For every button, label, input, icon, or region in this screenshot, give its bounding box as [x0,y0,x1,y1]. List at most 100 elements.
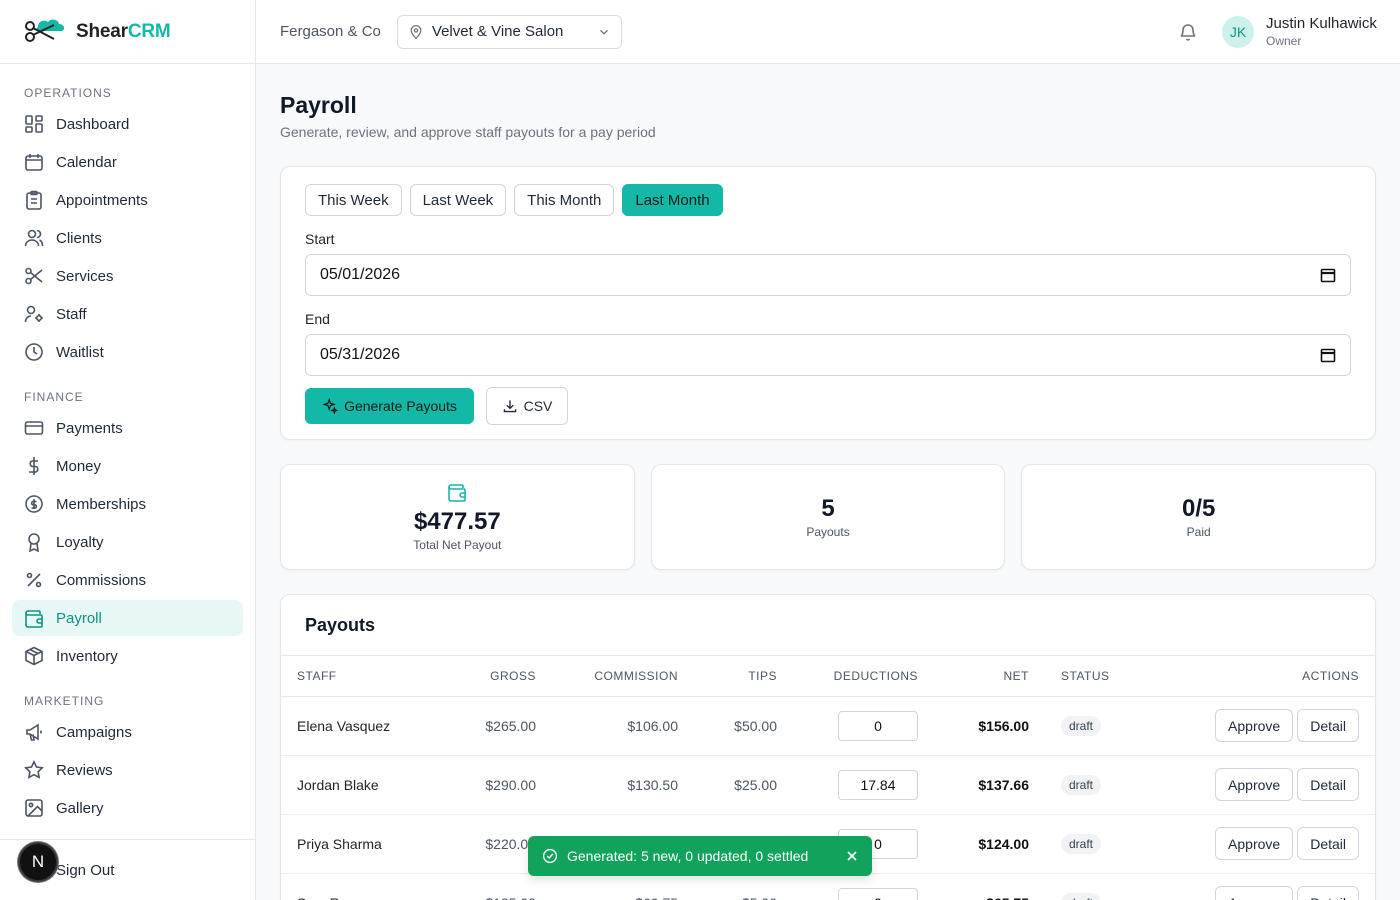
users-icon [24,229,44,247]
sidebar-item-payments[interactable]: Payments [12,410,243,446]
sidebar-item-label: Services [56,267,114,285]
badge-dollar-icon [25,495,43,513]
brand[interactable]: ShearCRM [0,0,255,64]
sidebar-item-label: Dashboard [56,115,130,133]
cell-actions: ApproveDetail [1119,696,1375,756]
sidebar-item-services[interactable]: Services [12,258,243,294]
cell-commission: $130.50 [536,755,678,815]
stat-total-net-payout: $477.57 Total Net Payout [280,464,635,570]
location-select[interactable]: Velvet & Vine Salon [396,14,622,49]
cell-actions: ApproveDetail [1119,814,1375,874]
start-label: Start [305,231,335,247]
calendar-picker-icon[interactable] [1320,267,1336,283]
range-buttons: This Week Last Week This Month Last Mont… [305,184,1351,216]
sidebar-item-reviews[interactable]: Reviews [12,752,243,788]
sidebar-item-label: Memberships [56,495,147,513]
user-cog-icon [24,305,43,323]
approve-button[interactable]: Approve [1215,768,1294,801]
user-info[interactable]: Justin Kulhawick Owner [1266,15,1377,48]
cell-status: draft [1029,755,1119,815]
sidebar-item-appointments[interactable]: Appointments [12,182,243,218]
sidebar-item-money[interactable]: Money [12,448,243,484]
cell-actions: ApproveDetail [1119,873,1375,900]
sidebar-item-label: Loyalty [56,533,104,551]
location-value: Velvet & Vine Salon [431,23,564,40]
sidebar-item-dashboard[interactable]: Dashboard [12,106,243,142]
n-badge-button[interactable]: N [18,842,58,882]
sidebar-item-memberships[interactable]: Memberships [12,486,243,522]
main-content: Payroll Generate, review, and approve st… [280,64,1377,900]
sidebar-item-gallery[interactable]: Gallery [12,790,243,826]
calendar-picker-icon[interactable] [1320,347,1336,363]
col-deductions: DEDUCTIONS [777,656,918,697]
deductions-input[interactable]: 0 [838,710,918,741]
cell-tips: $5.00 [678,873,777,900]
cell-commission: $106.00 [536,696,678,756]
start-date-input[interactable]: 05/01/2026 [305,254,1351,296]
range-last-week-button[interactable]: Last Week [409,184,507,216]
bell-icon[interactable] [1178,22,1198,42]
sidebar-item-calendar[interactable]: Calendar [12,144,243,180]
nav-section-finance: FINANCE [24,390,84,404]
credit-card-icon [24,421,44,435]
approve-button[interactable]: Approve [1215,827,1294,860]
period-filter-card: This Week Last Week This Month Last Mont… [280,166,1376,440]
sidebar-item-commissions[interactable]: Commissions [12,562,243,598]
detail-button[interactable]: Detail [1297,827,1359,860]
sidebar: ShearCRM OPERATIONS Dashboard Calendar A… [0,0,256,900]
range-this-week-button[interactable]: This Week [305,184,402,216]
detail-button[interactable]: Detail [1297,709,1359,742]
col-actions: ACTIONS [1119,656,1375,697]
table-row: Jordan Blake $290.00 $130.50 $25.00 17.8… [281,755,1375,815]
stats-row: $477.57 Total Net Payout 5 Payouts 0/5 P… [280,464,1377,570]
sidebar-item-campaigns[interactable]: Campaigns [12,714,243,750]
award-icon [28,533,40,552]
cell-deductions: 0 [777,873,918,900]
org-name: Fergason & Co [280,23,381,40]
deductions-input[interactable]: 17.84 [838,769,918,800]
detail-button[interactable]: Detail [1297,768,1359,801]
sidebar-item-label: Appointments [56,191,148,209]
approve-button[interactable]: Approve [1215,886,1294,900]
sidebar-item-label: Calendar [56,153,117,171]
sidebar-item-waitlist[interactable]: Waitlist [12,334,243,370]
image-icon [25,799,43,817]
sidebar-item-label: Campaigns [56,723,132,741]
sidebar-item-inventory[interactable]: Inventory [12,638,243,674]
cell-staff: Jordan Blake [281,755,431,815]
csv-export-button[interactable]: CSV [486,387,568,425]
avatar[interactable]: JK [1222,16,1254,48]
star-icon [24,760,44,779]
generate-payouts-label: Generate Payouts [344,398,457,414]
status-badge: draft [1061,715,1102,736]
cell-net: $124.00 [918,814,1029,874]
col-net: NET [918,656,1029,697]
end-date-input[interactable]: 05/31/2026 [305,334,1351,376]
detail-button[interactable]: Detail [1297,886,1359,900]
cell-tips: $50.00 [678,696,777,756]
sidebar-item-payroll[interactable]: Payroll [12,600,243,636]
sidebar-nav: OPERATIONS Dashboard Calendar Appointmen… [0,64,255,826]
clock-icon [25,343,43,361]
scissors-logo-icon [25,19,65,42]
range-last-month-button[interactable]: Last Month [622,184,723,216]
range-this-month-button[interactable]: This Month [514,184,615,216]
sidebar-item-loyalty[interactable]: Loyalty [12,524,243,560]
download-icon [503,400,516,413]
cell-net: $65.75 [918,873,1029,900]
sidebar-item-staff[interactable]: Staff [12,296,243,332]
col-tips: TIPS [678,656,777,697]
deductions-input[interactable]: 0 [838,887,918,900]
stat-label: Total Net Payout [413,538,502,552]
approve-button[interactable]: Approve [1215,709,1294,742]
cell-status: draft [1029,873,1119,900]
sidebar-item-clients[interactable]: Clients [12,220,243,256]
generate-payouts-button[interactable]: Generate Payouts [305,388,474,424]
sidebar-item-label: Waitlist [56,343,104,361]
sidebar-item-label: Money [56,457,102,475]
clipboard-icon [26,190,42,210]
package-icon [25,646,43,666]
start-date-value: 05/01/2026 [320,266,401,283]
percent-icon [26,572,42,588]
close-icon[interactable] [846,850,858,862]
